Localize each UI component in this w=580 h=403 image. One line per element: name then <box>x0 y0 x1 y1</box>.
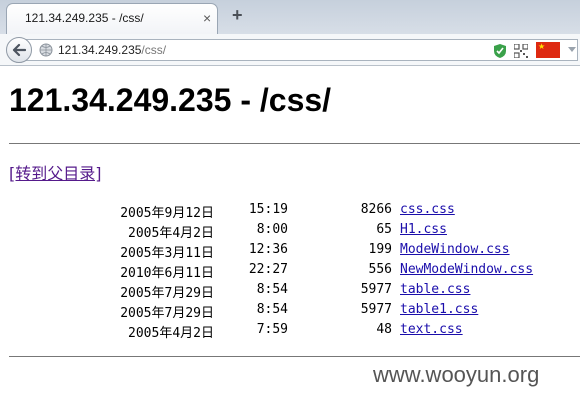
file-date: 2005年9月12日 <box>120 206 214 221</box>
tab-strip: 121.34.249.235 - /css/ × + <box>0 0 580 34</box>
url-text[interactable]: 121.34.249.235/css/ <box>58 43 166 57</box>
file-link[interactable]: ModeWindow.css <box>400 242 510 257</box>
security-shield-icon[interactable] <box>493 43 507 59</box>
back-button[interactable] <box>6 37 32 63</box>
parent-directory-link[interactable]: [转到父目录] <box>9 160 102 184</box>
file-time: 7:59 <box>256 322 288 337</box>
file-size: 199 <box>368 242 392 257</box>
qr-code-icon[interactable] <box>514 44 528 58</box>
file-size: 5977 <box>360 302 392 317</box>
file-date: 2005年4月2日 <box>128 226 214 241</box>
file-row: 2005年4月2日 8:00 65 H1.css <box>0 222 580 242</box>
china-flag-icon[interactable]: ★ <box>536 42 560 58</box>
url-path: /css/ <box>141 43 167 57</box>
file-time: 8:54 <box>256 282 288 297</box>
globe-icon <box>39 43 53 57</box>
file-link[interactable]: table1.css <box>400 302 478 317</box>
watermark: www.wooyun.org <box>373 362 540 387</box>
file-time: 8:54 <box>256 302 288 317</box>
file-date: 2010年6月11日 <box>120 266 214 281</box>
file-link[interactable]: css.css <box>400 202 455 217</box>
file-link[interactable]: H1.css <box>400 222 447 237</box>
file-size: 65 <box>376 222 392 237</box>
divider-top <box>9 143 580 144</box>
tab-title: 121.34.249.235 - /css/ <box>25 11 144 25</box>
file-row: 2005年7月29日 8:54 5977 table1.css <box>0 302 580 322</box>
navigation-bar: 121.34.249.235/css/ ★ <box>0 34 580 66</box>
file-date: 2005年4月2日 <box>128 326 214 341</box>
file-row: 2005年3月11日 12:36 199 ModeWindow.css <box>0 242 580 262</box>
file-link[interactable]: NewModeWindow.css <box>400 262 533 277</box>
divider-bottom <box>9 356 580 357</box>
back-arrow-icon <box>12 43 26 57</box>
file-row: 2005年4月2日 7:59 48 text.css <box>0 322 580 342</box>
file-size: 556 <box>368 262 392 277</box>
file-date: 2005年7月29日 <box>120 306 214 321</box>
chevron-down-icon[interactable] <box>567 46 577 54</box>
file-size: 48 <box>376 322 392 337</box>
file-row: 2005年9月12日 15:19 8266 css.css <box>0 202 580 222</box>
file-size: 8266 <box>360 202 392 217</box>
url-host: 121.34.249.235 <box>58 43 142 57</box>
file-date: 2005年3月11日 <box>120 246 214 261</box>
close-tab-icon[interactable]: × <box>203 10 211 26</box>
file-time: 22:27 <box>248 262 288 277</box>
file-row: 2010年6月11日 22:27 556 NewModeWindow.css <box>0 262 580 282</box>
file-listing: 2005年9月12日 15:19 8266 css.css 2005年4月2日 … <box>0 202 580 342</box>
file-size: 5977 <box>360 282 392 297</box>
page-title: 121.34.249.235 - /css/ <box>9 82 332 118</box>
file-time: 8:00 <box>256 222 288 237</box>
address-bar[interactable]: 121.34.249.235/css/ ★ <box>26 39 578 61</box>
file-date: 2005年7月29日 <box>120 286 214 301</box>
new-tab-icon[interactable]: + <box>232 6 243 24</box>
file-link[interactable]: text.css <box>400 322 463 337</box>
file-time: 15:19 <box>248 202 288 217</box>
file-row: 2005年7月29日 8:54 5977 table.css <box>0 282 580 302</box>
browser-tab[interactable]: 121.34.249.235 - /css/ × <box>6 3 218 34</box>
file-time: 12:36 <box>248 242 288 257</box>
file-link[interactable]: table.css <box>400 282 470 297</box>
